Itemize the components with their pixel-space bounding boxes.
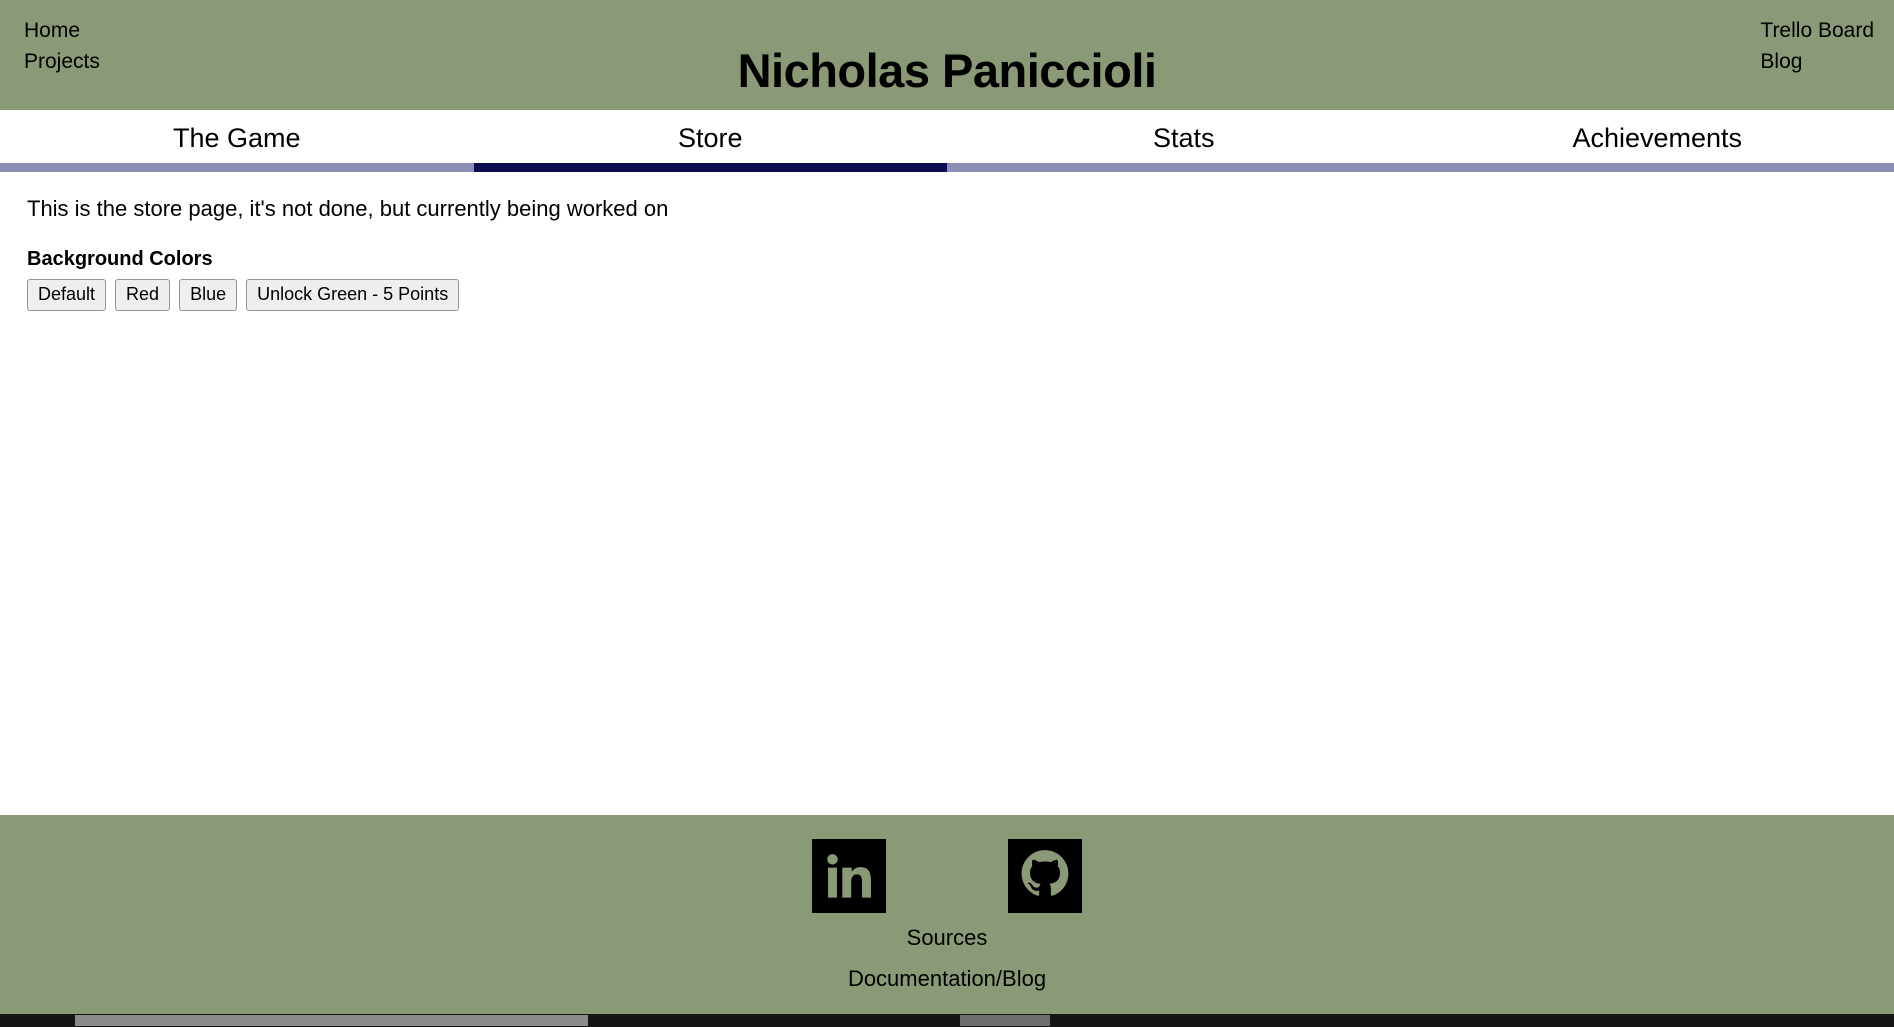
button-red[interactable]: Red [115, 279, 171, 311]
background-color-button-row: Default Red Blue Unlock Green - 5 Points [0, 271, 1894, 311]
nav-link-blog[interactable]: Blog [1760, 47, 1802, 76]
page-title: Nicholas Paniccioli [737, 44, 1157, 98]
button-unlock-green[interactable]: Unlock Green - 5 Points [246, 279, 460, 311]
button-blue[interactable]: Blue [179, 279, 238, 311]
site-header: Home Projects Nicholas Paniccioli Trello… [0, 0, 1894, 110]
horizontal-scrollbar[interactable] [0, 1014, 1894, 1027]
background-colors-heading: Background Colors [27, 248, 213, 270]
nav-link-home[interactable]: Home [24, 16, 100, 45]
social-icon-row [812, 839, 1082, 913]
horizontal-scrollbar-thumb[interactable] [75, 1015, 588, 1026]
tab-stats[interactable]: Stats [947, 110, 1421, 172]
tab-achievements[interactable]: Achievements [1420, 110, 1894, 172]
store-intro-text: This is the store page, it's not done, b… [27, 196, 669, 221]
tab-bar: The Game Store Stats Achievements [0, 110, 1894, 172]
tab-store[interactable]: Store [473, 110, 947, 172]
site-footer: Sources Documentation/Blog [0, 815, 1894, 1014]
nav-link-trello-board[interactable]: Trello Board [1760, 16, 1874, 45]
linkedin-link[interactable] [812, 839, 886, 913]
main-content: This is the store page, it's not done, b… [0, 172, 1894, 827]
scrollbar-tick-mark [960, 1015, 1050, 1026]
tab-the-game[interactable]: The Game [0, 110, 474, 172]
button-default[interactable]: Default [27, 279, 107, 311]
footer-link-documentation-blog[interactable]: Documentation/Blog [848, 966, 1046, 992]
github-link[interactable] [1008, 839, 1082, 913]
footer-link-sources[interactable]: Sources [907, 925, 988, 951]
linkedin-icon[interactable] [812, 839, 886, 913]
primary-nav-right: Trello Board Blog [1760, 16, 1874, 76]
footer-link-list: Sources Documentation/Blog [848, 925, 1046, 992]
github-icon[interactable] [1008, 839, 1082, 913]
